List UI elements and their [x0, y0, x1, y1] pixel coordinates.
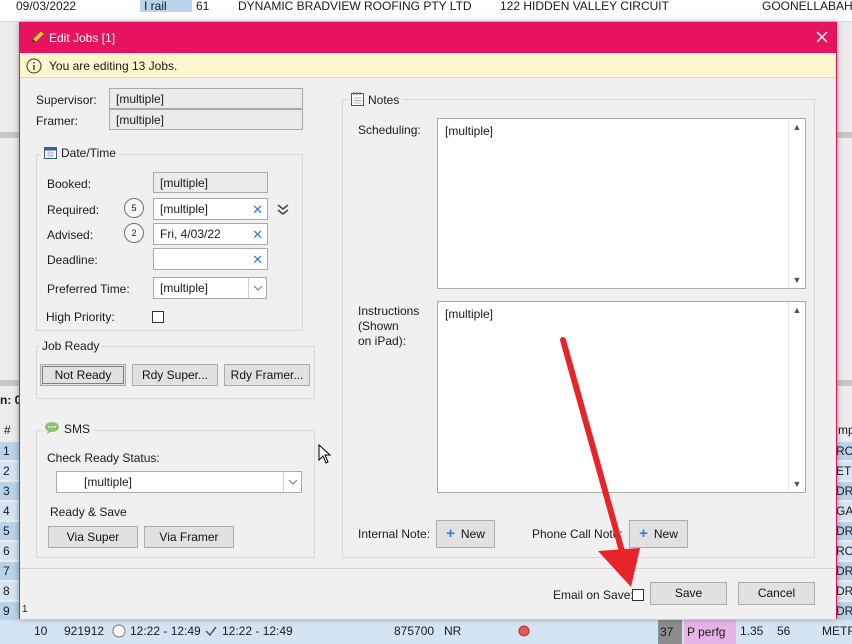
annotation-arrow-icon — [560, 337, 640, 587]
